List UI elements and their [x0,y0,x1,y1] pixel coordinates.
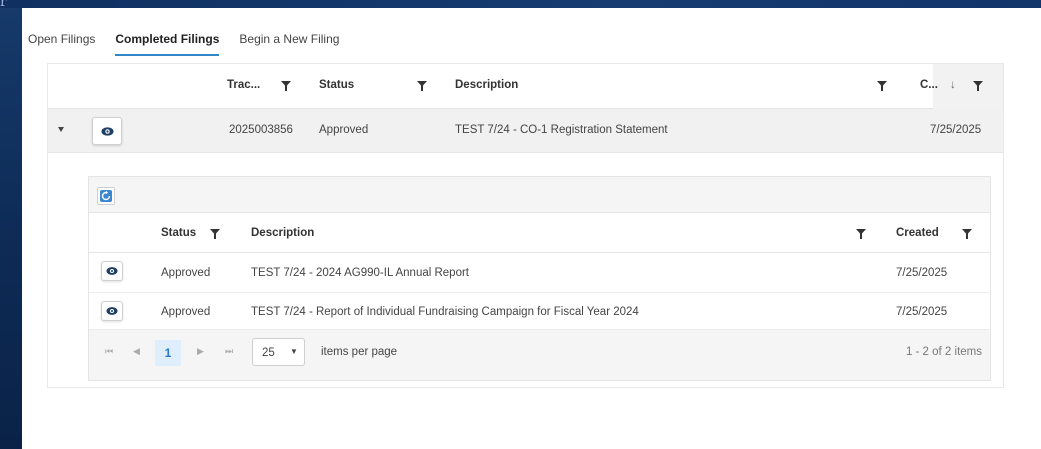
eye-icon [101,127,114,136]
row-status: Approved [161,267,211,279]
view-button[interactable] [92,117,122,145]
col-header-status[interactable]: Status [319,79,354,91]
filter-icon[interactable] [417,81,427,91]
row-tracking: 2025003856 [229,124,293,136]
row-created: 7/25/2025 [930,124,982,136]
row-description: TEST 7/24 - CO-1 Registration Statement [455,124,668,136]
detail-grid: Status Description Created Approved TEST… [88,176,991,381]
col-header-description[interactable]: Description [455,79,518,91]
created-header-sorted-bg [933,64,1003,109]
table-row[interactable]: Approved TEST 7/24 - 2024 AG990-IL Annua… [89,253,990,293]
filter-icon[interactable] [281,81,291,91]
refresh-icon [100,190,112,202]
filings-panel: Open Filings Completed Filings Begin a N… [22,8,1041,449]
pager-info: 1 - 2 of 2 items [905,346,982,358]
next-page-icon[interactable]: ▶ [197,346,204,357]
filter-icon[interactable] [210,229,220,239]
refresh-button[interactable] [97,187,115,205]
completed-filings-grid: Trac... Status Description C... ↓ 202500… [47,63,1004,388]
filing-tabs: Open Filings Completed Filings Begin a N… [28,32,359,58]
eye-icon [106,267,118,275]
background-left [0,0,22,449]
col-header-created[interactable]: C... [920,79,938,91]
page-size-value: 25 [262,347,275,359]
row-description: TEST 7/24 - Report of Individual Fundrai… [251,306,639,318]
view-button[interactable] [101,261,123,281]
filter-icon[interactable] [962,229,972,239]
col-header-status[interactable]: Status [161,227,196,239]
col-header-tracking[interactable]: Trac... [227,79,260,91]
eye-icon [106,307,118,315]
current-page[interactable]: 1 [155,340,181,366]
tab-begin-new-filing[interactable]: Begin a New Filing [239,32,339,56]
partial-glyph: r [0,0,7,10]
filter-icon[interactable] [973,81,983,91]
items-per-page-label: items per page [321,346,398,358]
row-created: 7/25/2025 [896,306,948,318]
grid-header: Trac... Status Description C... ↓ [48,64,1003,109]
last-page-icon[interactable]: ⏭ [225,346,233,357]
page-size-select[interactable]: 25 ▼ [252,338,305,366]
tab-open-filings[interactable]: Open Filings [28,32,95,56]
col-header-created[interactable]: Created [896,227,939,239]
dropdown-caret-icon: ▼ [290,347,298,356]
prev-page-icon[interactable]: ◀ [133,346,140,357]
background-top: r [0,0,1041,10]
col-header-description[interactable]: Description [251,227,314,239]
row-status: Approved [319,124,369,136]
view-button[interactable] [101,301,123,321]
detail-toolbar [89,177,990,213]
detail-header: Status Description Created [89,213,990,253]
row-status: Approved [161,306,211,318]
table-row[interactable]: 2025003856 Approved TEST 7/24 - CO-1 Reg… [48,109,1003,153]
pager: ⏮ ◀ 1 ▶ ⏭ 25 ▼ items per page 1 - 2 of 2… [89,330,990,380]
filter-icon[interactable] [856,229,866,239]
filter-icon[interactable] [877,81,887,91]
row-created: 7/25/2025 [896,267,948,279]
first-page-icon[interactable]: ⏮ [105,346,113,357]
table-row[interactable]: Approved TEST 7/24 - Report of Individua… [89,293,990,330]
expand-caret-icon[interactable] [58,127,64,132]
row-description: TEST 7/24 - 2024 AG990-IL Annual Report [251,267,470,279]
tab-completed-filings[interactable]: Completed Filings [115,32,220,56]
sort-descending-icon: ↓ [950,79,956,91]
